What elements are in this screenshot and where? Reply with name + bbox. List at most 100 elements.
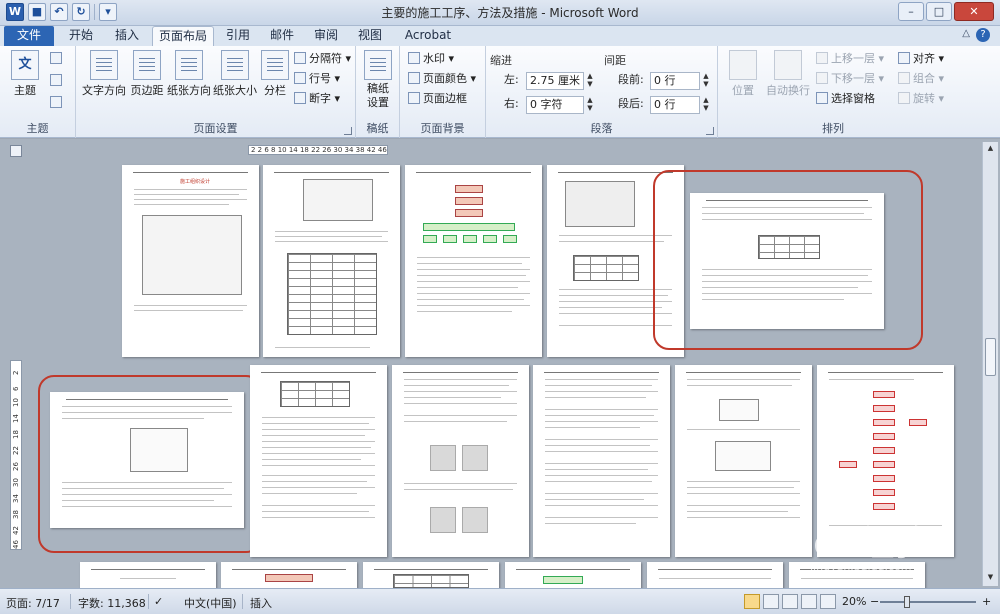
position-icon bbox=[729, 50, 757, 80]
send-backward-icon bbox=[816, 72, 828, 84]
send-backward-button[interactable]: 下移一层 ▾ bbox=[816, 70, 884, 88]
tab-page-layout[interactable]: 页面布局 bbox=[152, 26, 214, 46]
wrap-text-button[interactable]: 自动换行 bbox=[762, 50, 814, 98]
zoom-in-button[interactable]: + bbox=[982, 595, 991, 608]
baidu-watermark-logo: Baidu经验 bbox=[756, 524, 927, 564]
tab-mailings[interactable]: 邮件 bbox=[262, 26, 302, 46]
proofing-icon[interactable]: ✓ bbox=[154, 595, 163, 608]
text-line bbox=[801, 578, 913, 579]
paragraph-launcher-icon[interactable] bbox=[706, 127, 714, 135]
ruler-toggle-icon[interactable] bbox=[10, 145, 22, 157]
tab-home[interactable]: 开始 bbox=[60, 26, 102, 46]
theme-button[interactable]: 文 主题 bbox=[8, 50, 42, 98]
vruler-tick: 42 bbox=[12, 526, 20, 535]
group-objects-button[interactable]: 组合 ▾ bbox=[898, 70, 944, 88]
document-page-9[interactable] bbox=[533, 365, 670, 557]
tab-insert[interactable]: 插入 bbox=[106, 26, 148, 46]
tab-acrobat[interactable]: Acrobat bbox=[398, 26, 458, 46]
redo-icon[interactable]: ↻ bbox=[72, 3, 90, 21]
size-button[interactable]: 纸张大小 bbox=[212, 50, 258, 98]
print-layout-view-icon[interactable] bbox=[744, 594, 760, 609]
vertical-scrollbar[interactable]: ▲ ▼ bbox=[982, 142, 998, 586]
zoom-slider-handle[interactable] bbox=[904, 596, 910, 608]
position-button[interactable]: 位置 bbox=[726, 50, 760, 98]
zoom-level[interactable]: 20% bbox=[842, 595, 866, 608]
indent-left-spinner-icon[interactable]: ▲ ▼ bbox=[584, 72, 596, 90]
undo-icon[interactable]: ↶ bbox=[50, 3, 68, 21]
tab-view[interactable]: 视图 bbox=[350, 26, 390, 46]
scrollbar-thumb[interactable] bbox=[985, 338, 996, 376]
text-line bbox=[545, 415, 654, 416]
indent-left-label: 左: bbox=[504, 73, 519, 86]
indent-left-input[interactable]: 2.75 厘米 bbox=[526, 72, 584, 90]
hyphenation-button[interactable]: 断字 ▾ bbox=[294, 90, 340, 108]
spacing-after-input[interactable]: 0 行 bbox=[650, 96, 700, 114]
document-page-1[interactable]: 施工组织设计 bbox=[122, 165, 259, 357]
breaks-button[interactable]: 分隔符 ▾ bbox=[294, 50, 351, 68]
text-direction-button[interactable]: 文字方向 bbox=[80, 50, 128, 98]
zoom-slider-track[interactable] bbox=[880, 601, 976, 603]
text-line bbox=[545, 463, 658, 464]
scroll-down-icon[interactable]: ▼ bbox=[985, 573, 996, 584]
text-line bbox=[545, 409, 658, 410]
help-icon[interactable]: ? bbox=[976, 28, 990, 42]
theme-effects-button[interactable] bbox=[50, 94, 65, 112]
word-count[interactable]: 字数: 11,368 bbox=[78, 595, 146, 611]
close-button[interactable]: ✕ bbox=[954, 2, 994, 21]
zoom-out-button[interactable]: − bbox=[870, 595, 879, 608]
collapse-ribbon-icon[interactable]: △ bbox=[962, 28, 970, 39]
maximize-button[interactable]: □ bbox=[926, 2, 952, 21]
manuscript-icon bbox=[364, 50, 392, 80]
spacing-after-spinner-icon[interactable]: ▲ ▼ bbox=[700, 96, 712, 114]
document-page-8[interactable] bbox=[392, 365, 529, 557]
document-page-7[interactable] bbox=[250, 365, 387, 557]
language-indicator[interactable]: 中文(中国) bbox=[184, 595, 237, 611]
text-line bbox=[404, 391, 517, 392]
theme-colors-button[interactable] bbox=[50, 50, 65, 68]
tab-file[interactable]: 文件 bbox=[4, 26, 54, 46]
full-screen-reading-icon[interactable] bbox=[763, 594, 779, 609]
manuscript-settings-button[interactable]: 稿纸设置 bbox=[362, 50, 394, 110]
bring-forward-button[interactable]: 上移一层 ▾ bbox=[816, 50, 884, 68]
scroll-up-icon[interactable]: ▲ bbox=[985, 144, 996, 155]
watermark-button[interactable]: 水印 ▾ bbox=[408, 50, 454, 68]
window-title: 主要的施工工序、方法及措施 - Microsoft Word bbox=[381, 6, 639, 20]
web-layout-icon[interactable] bbox=[782, 594, 798, 609]
minimize-button[interactable]: – bbox=[898, 2, 924, 21]
indent-left-field: 左: 2.75 厘米 ▲ ▼ bbox=[490, 72, 600, 90]
document-page-2[interactable] bbox=[263, 165, 400, 357]
save-icon[interactable]: ■ bbox=[28, 3, 46, 21]
indent-right-input[interactable]: 0 字符 bbox=[526, 96, 584, 114]
margins-button[interactable]: 页边距 bbox=[128, 50, 166, 98]
horizontal-ruler[interactable]: 2 2 6 8 10 14 18 22 26 30 34 38 42 46 52 bbox=[248, 145, 388, 155]
line-numbers-button[interactable]: 行号 ▾ bbox=[294, 70, 340, 88]
page-color-button[interactable]: 页面颜色 ▾ bbox=[408, 70, 476, 88]
theme-fonts-button[interactable] bbox=[50, 72, 65, 90]
word-app-icon[interactable]: W bbox=[6, 3, 24, 21]
align-button[interactable]: 对齐 ▾ bbox=[898, 50, 944, 68]
document-page-3[interactable] bbox=[405, 165, 542, 357]
page-counter[interactable]: 页面: 7/17 bbox=[6, 595, 60, 611]
tab-review[interactable]: 审阅 bbox=[306, 26, 346, 46]
rotate-button[interactable]: 旋转 ▾ bbox=[898, 90, 944, 108]
group-label-theme: 主题 bbox=[26, 122, 49, 135]
page-borders-button[interactable]: 页面边框 bbox=[408, 90, 467, 108]
selection-pane-button[interactable]: 选择窗格 bbox=[816, 90, 875, 108]
vertical-ruler[interactable]: 2 6 10 14 18 22 26 30 34 38 42 46 bbox=[10, 360, 22, 550]
insert-mode-indicator[interactable]: 插入 bbox=[250, 595, 272, 611]
text-line bbox=[262, 475, 375, 476]
tab-references[interactable]: 引用 bbox=[218, 26, 258, 46]
page-setup-launcher-icon[interactable] bbox=[344, 127, 352, 135]
spacing-before-spinner-icon[interactable]: ▲ ▼ bbox=[700, 72, 712, 90]
photo bbox=[430, 507, 456, 533]
indent-right-spinner-icon[interactable]: ▲ ▼ bbox=[584, 96, 596, 114]
draft-view-icon[interactable] bbox=[820, 594, 836, 609]
vruler-tick: 26 bbox=[12, 462, 20, 471]
spacing-before-input[interactable]: 0 行 bbox=[650, 72, 700, 90]
customize-qat-icon[interactable]: ▾ bbox=[99, 3, 117, 21]
outline-view-icon[interactable] bbox=[801, 594, 817, 609]
text-line bbox=[687, 511, 788, 512]
spacing-before-label: 段前: bbox=[618, 73, 644, 86]
orientation-button[interactable]: 纸张方向 bbox=[166, 50, 212, 98]
columns-button[interactable]: 分栏 bbox=[260, 50, 290, 98]
